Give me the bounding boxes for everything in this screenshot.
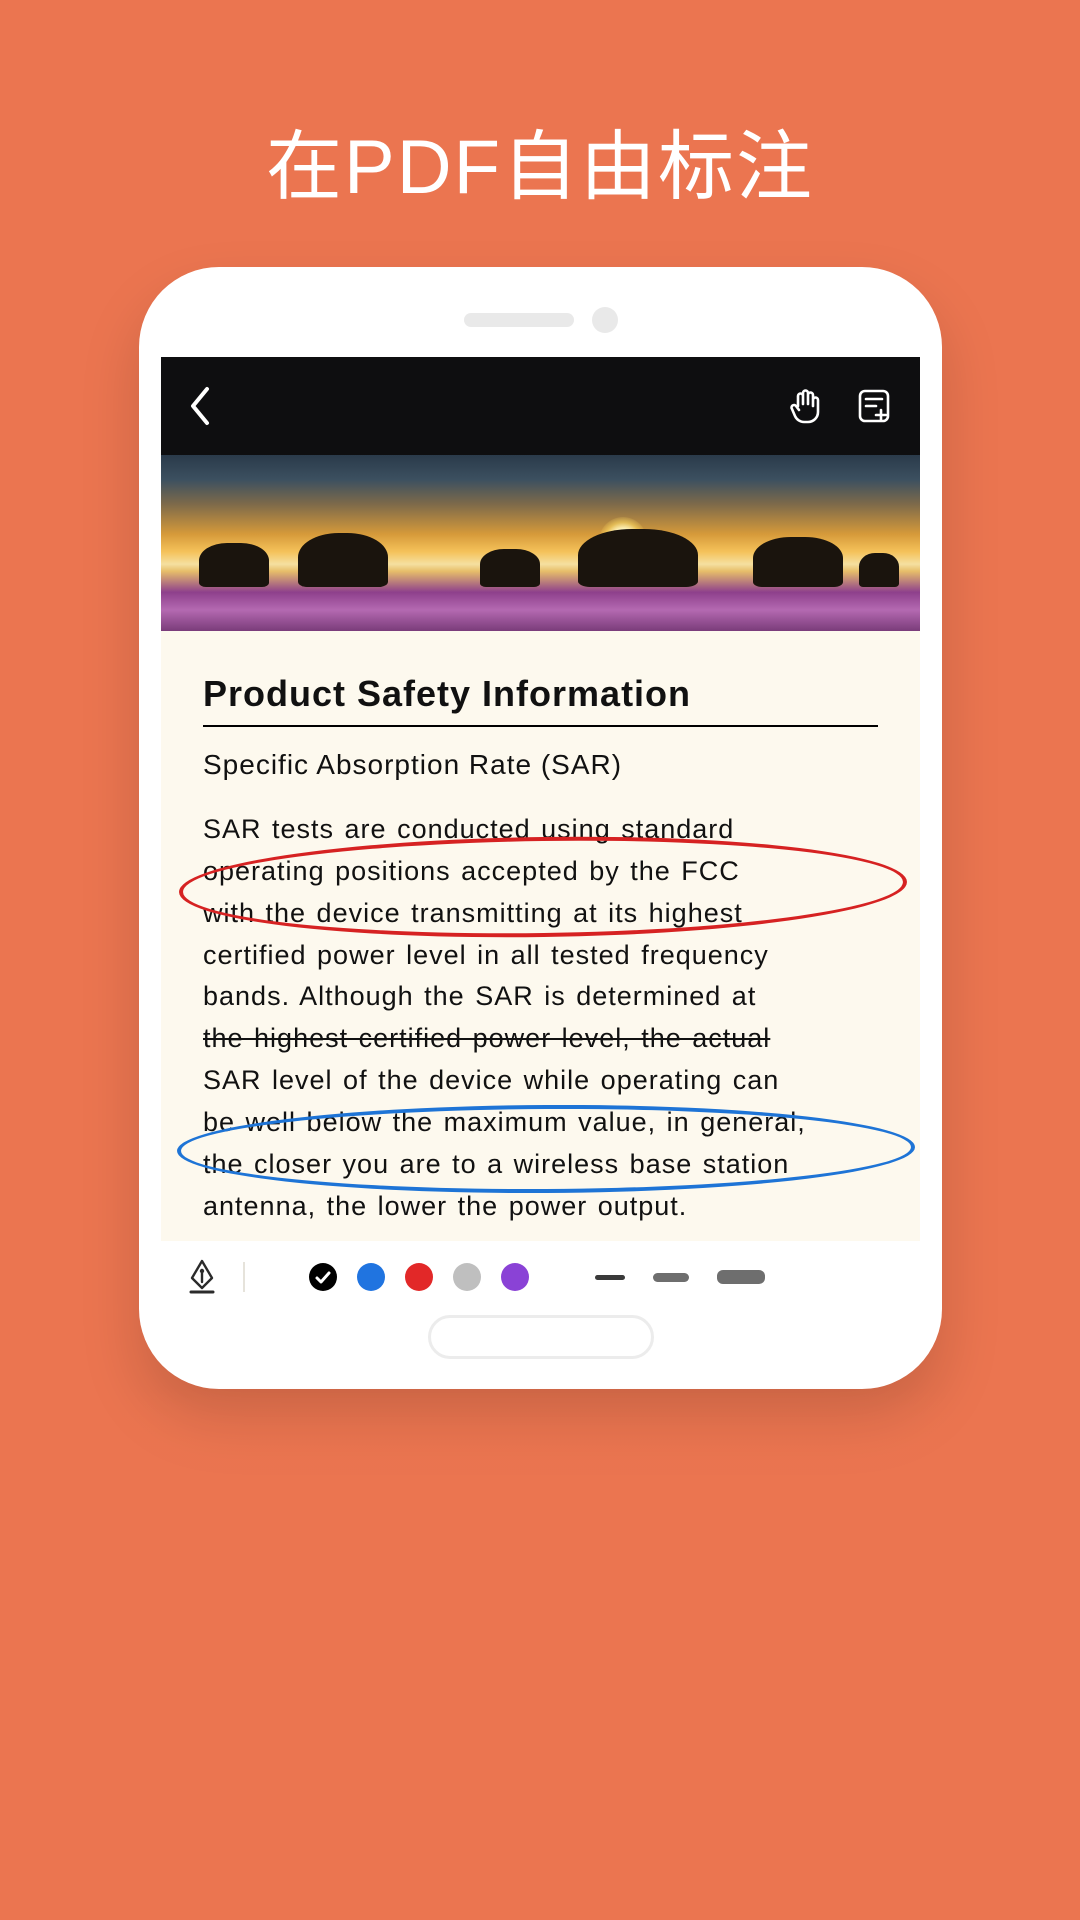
chevron-left-icon [187,385,213,427]
bottom-fade [0,1386,1080,1920]
note-plus-icon [854,386,894,426]
stroke-width-options [595,1270,765,1284]
color-purple[interactable] [501,1263,529,1291]
new-note-button[interactable] [854,386,894,426]
doc-subheading: Specific Absorption Rate (SAR) [203,749,878,781]
toolbar-separator [243,1262,245,1292]
page-title: 在PDF自由标注 [0,105,1080,215]
pen-tool-button[interactable] [185,1258,219,1296]
back-button[interactable] [187,385,213,427]
color-swatches [309,1263,529,1291]
color-grey[interactable] [453,1263,481,1291]
document-hero-image [161,455,920,631]
color-black[interactable] [309,1263,337,1291]
annotation-toolbar [161,1241,920,1313]
hand-tool-button[interactable] [786,386,826,426]
strikethrough-line: the highest certified power level, the a… [203,1018,878,1060]
hand-icon [786,386,826,426]
stroke-medium[interactable] [653,1273,689,1282]
color-red[interactable] [405,1263,433,1291]
app-screen: Product Safety Information Specific Abso… [161,357,920,1313]
phone-mockup: Product Safety Information Specific Abso… [139,267,942,1389]
stroke-thin[interactable] [595,1275,625,1280]
stroke-thick[interactable] [717,1270,765,1284]
document-viewport[interactable]: Product Safety Information Specific Abso… [161,455,920,1241]
phone-home-button [428,1315,654,1359]
pen-icon [185,1258,219,1296]
doc-heading: Product Safety Information [203,673,878,727]
app-header [161,357,920,455]
doc-paragraph-1: SAR tests are conducted using standard o… [203,809,878,1227]
color-blue[interactable] [357,1263,385,1291]
document-body: Product Safety Information Specific Abso… [161,631,920,1241]
phone-speaker [464,307,618,333]
